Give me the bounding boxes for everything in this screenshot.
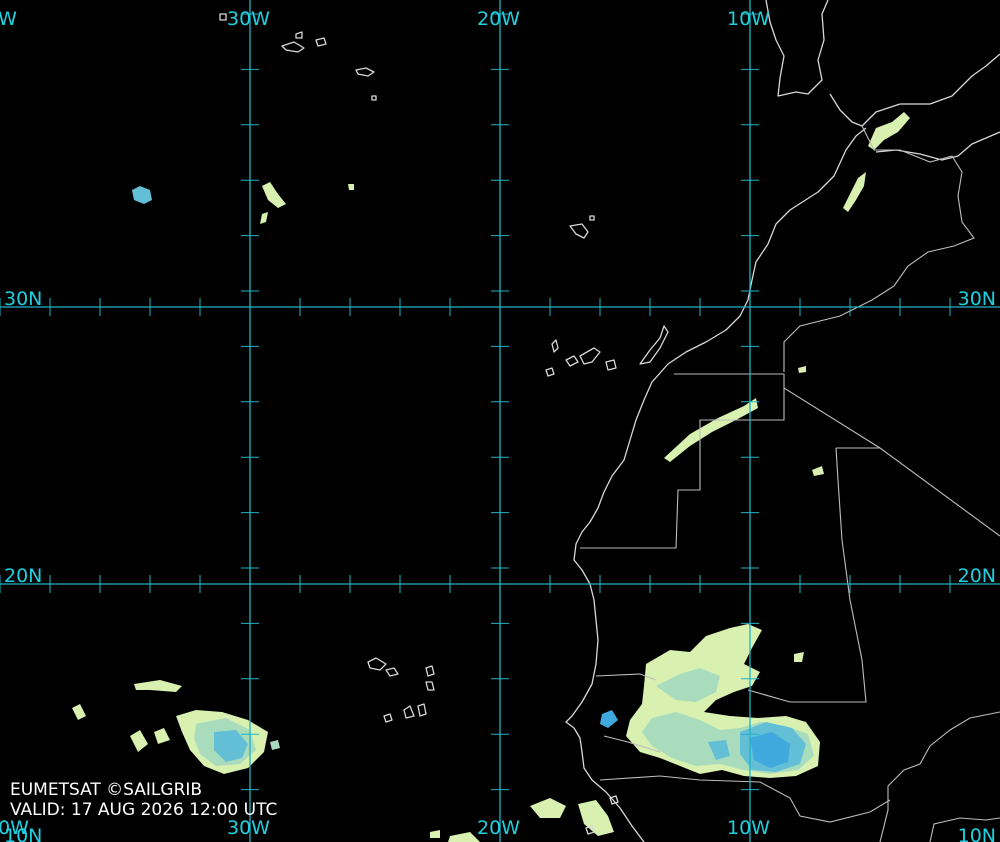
latitude-label-right: 30N: [958, 288, 996, 310]
satellite-map: 0W 30W 20W 10W 40W 30W 20W 10W 30N 20N 1…: [0, 0, 1000, 842]
credit-text: EUMETSAT ©SAILGRIB: [10, 780, 203, 800]
longitude-label: 0W: [0, 8, 17, 30]
longitude-label-bottom: 20W: [477, 817, 520, 839]
latitude-label-left: 10N: [4, 825, 42, 842]
longitude-label: 10W: [727, 8, 770, 30]
cloud-patch: [348, 184, 354, 190]
latitude-label-right: 10N: [958, 825, 996, 842]
valid-time-text: VALID: 17 AUG 2026 12:00 UTC: [10, 800, 278, 820]
latitude-label-left: 20N: [4, 565, 42, 587]
latitude-label-right: 20N: [958, 565, 996, 587]
longitude-label-bottom: 30W: [227, 817, 270, 839]
latitude-label-left: 30N: [4, 288, 42, 310]
longitude-label: 30W: [227, 8, 270, 30]
longitude-label-bottom: 10W: [727, 817, 770, 839]
longitude-label: 20W: [477, 8, 520, 30]
